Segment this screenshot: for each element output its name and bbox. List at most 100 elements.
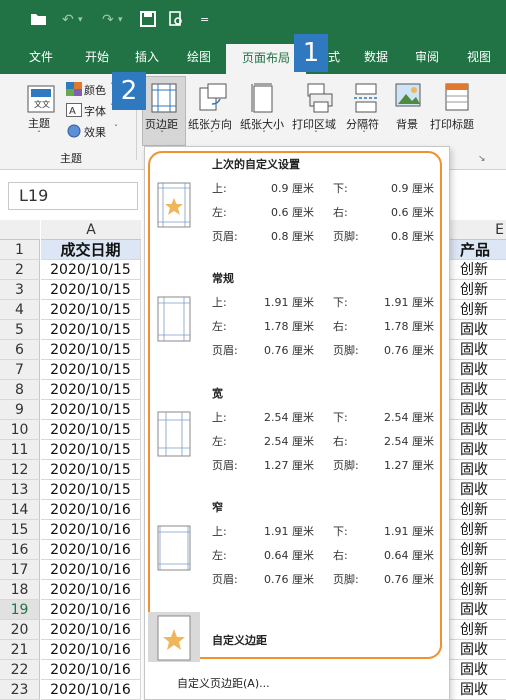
margin-value: 0.9 厘米 (391, 182, 434, 195)
row-header[interactable]: 19 (0, 600, 40, 620)
header-cell[interactable]: 产品 (446, 240, 506, 260)
save-icon[interactable] (140, 11, 156, 29)
row-header[interactable]: 2 (0, 260, 40, 280)
print-area-icon (307, 83, 333, 113)
row-header[interactable]: 15 (0, 520, 40, 540)
table-cell[interactable]: 2020/10/15 (41, 400, 141, 420)
row-header[interactable]: 4 (0, 300, 40, 320)
margin-value: 0.76 厘米 (384, 344, 434, 357)
table-cell[interactable]: 创新 (446, 580, 506, 600)
row-header[interactable]: 5 (0, 320, 40, 340)
table-cell[interactable]: 2020/10/16 (41, 500, 141, 520)
row-header[interactable]: 9 (0, 400, 40, 420)
row-header[interactable]: 12 (0, 460, 40, 480)
redo-dropdown-icon[interactable]: ▾ (118, 11, 123, 29)
table-cell[interactable]: 固收 (446, 640, 506, 660)
group-label-themes: 主题 (60, 152, 82, 165)
table-cell[interactable]: 2020/10/15 (41, 380, 141, 400)
table-cell[interactable]: 固收 (446, 380, 506, 400)
table-cell[interactable]: 固收 (446, 420, 506, 440)
redo-icon[interactable]: ↷ (102, 11, 114, 29)
table-cell[interactable]: 2020/10/16 (41, 680, 141, 700)
table-cell[interactable]: 2020/10/16 (41, 600, 141, 620)
table-cell[interactable]: 创新 (446, 500, 506, 520)
select-all-corner[interactable] (0, 220, 40, 240)
row-header[interactable]: 13 (0, 480, 40, 500)
margin-label: 页眉: (212, 230, 238, 243)
table-cell[interactable]: 2020/10/15 (41, 340, 141, 360)
table-cell[interactable]: 固收 (446, 340, 506, 360)
print-preview-icon[interactable] (168, 11, 184, 29)
table-cell[interactable]: 固收 (446, 320, 506, 340)
row-header[interactable]: 17 (0, 560, 40, 580)
table-cell[interactable]: 固收 (446, 480, 506, 500)
row-header[interactable]: 23 (0, 680, 40, 700)
header-cell[interactable]: 成交日期 (41, 240, 141, 260)
tab-review[interactable]: 审阅 (404, 40, 450, 74)
table-cell[interactable]: 创新 (446, 300, 506, 320)
folder-open-icon[interactable] (30, 11, 48, 29)
table-cell[interactable]: 2020/10/16 (41, 620, 141, 640)
table-cell[interactable]: 固收 (446, 400, 506, 420)
table-cell[interactable]: 2020/10/15 (41, 420, 141, 440)
tab-file[interactable]: 文件 (18, 40, 64, 74)
row-header[interactable]: 16 (0, 540, 40, 560)
customize-qat-icon[interactable]: = (200, 11, 209, 29)
row-header[interactable]: 3 (0, 280, 40, 300)
table-cell[interactable]: 创新 (446, 540, 506, 560)
table-cell[interactable]: 2020/10/16 (41, 640, 141, 660)
custom-margins-label: 自定义边距 (212, 634, 267, 647)
tab-data[interactable]: 数据 (354, 40, 398, 74)
column-header-a[interactable]: A (41, 220, 141, 240)
table-cell[interactable]: 固收 (446, 680, 506, 700)
margin-preset-title: 上次的自定义设置 (212, 158, 300, 171)
name-box[interactable]: L19 (8, 182, 138, 210)
table-cell[interactable]: 2020/10/15 (41, 280, 141, 300)
row-header[interactable]: 11 (0, 440, 40, 460)
margin-label: 页脚: (333, 344, 359, 357)
row-header[interactable]: 1 (0, 240, 40, 260)
table-cell[interactable]: 固收 (446, 660, 506, 680)
table-cell[interactable]: 2020/10/15 (41, 460, 141, 480)
row-header[interactable]: 18 (0, 580, 40, 600)
custom-page-margins-link[interactable]: 自定义页边距(A)... (177, 675, 270, 691)
row-header[interactable]: 14 (0, 500, 40, 520)
table-cell[interactable]: 2020/10/15 (41, 360, 141, 380)
row-header[interactable]: 20 (0, 620, 40, 640)
table-cell[interactable]: 创新 (446, 620, 506, 640)
row-header[interactable]: 21 (0, 640, 40, 660)
undo-dropdown-icon[interactable]: ▾ (78, 11, 83, 29)
table-cell[interactable]: 2020/10/15 (41, 300, 141, 320)
table-cell[interactable]: 2020/10/16 (41, 520, 141, 540)
margin-label: 上: (212, 411, 227, 424)
column-header-e[interactable]: E (446, 220, 506, 240)
tab-draw[interactable]: 绘图 (176, 40, 222, 74)
table-cell[interactable]: 固收 (446, 460, 506, 480)
table-cell[interactable]: 2020/10/15 (41, 320, 141, 340)
margin-label: 页眉: (212, 459, 238, 472)
table-cell[interactable]: 固收 (446, 360, 506, 380)
table-cell[interactable]: 2020/10/15 (41, 480, 141, 500)
table-cell[interactable]: 创新 (446, 560, 506, 580)
row-header[interactable]: 22 (0, 660, 40, 680)
table-cell[interactable]: 创新 (446, 520, 506, 540)
undo-icon[interactable]: ↶ (62, 11, 74, 29)
table-cell[interactable]: 2020/10/16 (41, 580, 141, 600)
table-cell[interactable]: 2020/10/16 (41, 560, 141, 580)
table-cell[interactable]: 固收 (446, 440, 506, 460)
table-cell[interactable]: 2020/10/15 (41, 440, 141, 460)
dialog-launcher-icon[interactable]: ↘ (478, 154, 486, 164)
tab-home[interactable]: 开始 (72, 40, 122, 74)
table-cell[interactable]: 2020/10/16 (41, 540, 141, 560)
row-header[interactable]: 8 (0, 380, 40, 400)
row-header[interactable]: 10 (0, 420, 40, 440)
tab-insert[interactable]: 插入 (124, 40, 170, 74)
table-cell[interactable]: 2020/10/15 (41, 260, 141, 280)
table-cell[interactable]: 固收 (446, 600, 506, 620)
tab-view[interactable]: 视图 (456, 40, 502, 74)
table-cell[interactable]: 创新 (446, 260, 506, 280)
table-cell[interactable]: 创新 (446, 280, 506, 300)
row-header[interactable]: 7 (0, 360, 40, 380)
table-cell[interactable]: 2020/10/16 (41, 660, 141, 680)
row-header[interactable]: 6 (0, 340, 40, 360)
